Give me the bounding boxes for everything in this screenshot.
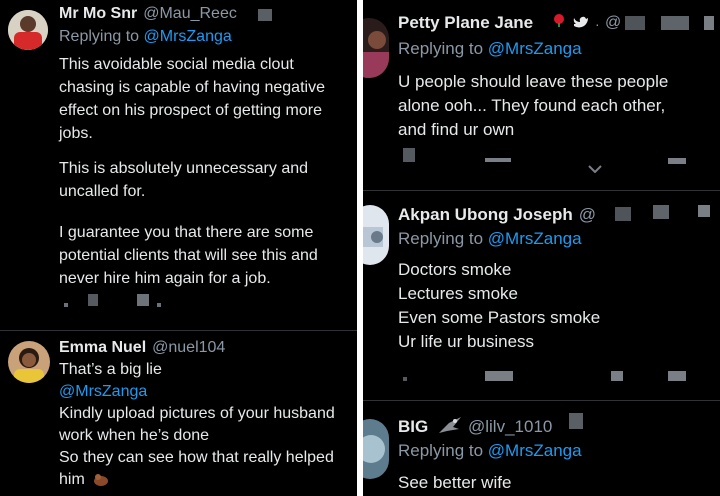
avatar[interactable] [363, 205, 389, 265]
redacted-block [615, 207, 631, 221]
tweet-text-line: alone ooh... They found each other, [398, 96, 666, 115]
like-icon[interactable] [137, 294, 149, 306]
emoji-icon [94, 474, 108, 486]
handle[interactable]: @ [579, 205, 596, 224]
tweet-text-line: Even some Pastors smoke [398, 308, 601, 327]
tweet-text-line: jobs. [59, 125, 93, 142]
more-options-icon[interactable] [704, 16, 714, 30]
tweet-text-line: See better wife [398, 473, 512, 492]
share-icon[interactable] [668, 158, 688, 170]
display-name[interactable]: Petty Plane Jane [398, 13, 533, 33]
left-screenshot-panel: Mr Mo Snr @Mau_Reec Replying to @MrsZanga… [0, 0, 357, 496]
mention-link[interactable]: @MrsZanga [488, 441, 582, 460]
mention-link[interactable]: @MrsZanga [488, 229, 582, 248]
tweet-text-line: Kindly upload pictures of your husband [59, 405, 335, 422]
reply-icon[interactable] [64, 297, 76, 309]
tweet-text-line: Ur life ur business [398, 332, 535, 351]
avatar-image-icon [8, 10, 48, 50]
tweet-text-line: Doctors smoke [398, 260, 512, 279]
tweet-text-line: So they can see how that really helped [59, 449, 334, 466]
replying-to: Replying to @MrsZanga [59, 28, 232, 45]
tweet-text-line: I guarantee you that there are some [59, 224, 314, 241]
share-icon[interactable] [668, 371, 688, 383]
tweet-mr-mo-snr[interactable]: Mr Mo Snr @Mau_Reec Replying to @MrsZanga… [0, 0, 357, 330]
redacted-block [661, 16, 689, 30]
avatar[interactable] [8, 341, 50, 383]
tweet-text-line: U people should leave these people [398, 72, 669, 91]
replying-to: Replying to @MrsZanga [398, 229, 582, 248]
tweet-emma-nuel[interactable]: Emma Nuel @nuel104 That’s a big lie @MrsZ… [0, 331, 357, 496]
tweet-big[interactable]: BIG @lilv_1010 Replying to @MrsZanga See… [363, 401, 720, 496]
tweet-text-line: potential clients that will see this and [59, 247, 318, 264]
tweet-text-line: effect on his prospect of getting more [59, 102, 322, 119]
tweet-text-line: That’s a big lie [59, 361, 162, 378]
handle[interactable]: @ [605, 14, 621, 32]
display-name[interactable]: Mr Mo Snr @Mau_Reec [59, 5, 237, 23]
retweet-icon[interactable] [485, 371, 515, 383]
tweet-text-line: chasing is capable of having negative [59, 79, 325, 96]
avatar-image-icon [363, 18, 389, 78]
twitter-bird-icon [573, 16, 588, 28]
redacted-block [258, 9, 272, 21]
tweet-petty-plane-jane[interactable]: Petty Plane Jane · @ Replying to @MrsZan… [363, 0, 720, 190]
reply-icon[interactable] [403, 148, 415, 162]
right-screenshot-panel: Petty Plane Jane · @ Replying to @MrsZan… [363, 0, 720, 496]
mention-link[interactable]: @MrsZanga [488, 39, 582, 58]
retweet-icon[interactable] [88, 294, 100, 306]
display-name[interactable]: Akpan Ubong Joseph @ [398, 205, 596, 225]
tweet-text-line: This is absolutely unnecessary and [59, 160, 309, 177]
tweet-text-line: never hire him again for a job. [59, 270, 271, 287]
rose-emoji-icon [554, 14, 564, 27]
mention-link[interactable]: @MrsZanga [59, 383, 147, 401]
retweet-icon[interactable] [485, 158, 511, 170]
replying-to: Replying to @MrsZanga [398, 441, 582, 460]
tweet-text-line: Lectures smoke [398, 284, 518, 303]
tweet-akpan-ubong-joseph[interactable]: Akpan Ubong Joseph @ Replying to @MrsZang… [363, 191, 720, 400]
tweet-text-line: and find ur own [398, 120, 515, 139]
tweet-text-line: uncalled for. [59, 183, 146, 200]
replying-to: Replying to @MrsZanga [398, 39, 582, 58]
display-name[interactable]: BIG [398, 417, 428, 437]
tweet-text-line: him [59, 471, 85, 488]
separator-dot: · [595, 16, 600, 32]
more-options-icon[interactable] [698, 205, 710, 217]
avatar[interactable] [363, 18, 389, 78]
like-icon[interactable] [588, 160, 602, 174]
tweet-text-line: This avoidable social media clout [59, 56, 294, 73]
redacted-block [653, 205, 669, 219]
share-icon[interactable] [157, 297, 169, 309]
eagle-emoji-icon [439, 417, 461, 433]
avatar-image-icon [8, 341, 50, 383]
redacted-block [625, 16, 645, 30]
avatar-image-icon [363, 205, 389, 265]
handle[interactable]: @nuel104 [152, 339, 225, 356]
handle[interactable]: @lilv_1010 [468, 417, 552, 437]
avatar-image-icon [363, 419, 389, 479]
redacted-block [569, 413, 583, 429]
handle[interactable]: @Mau_Reec [143, 5, 237, 22]
display-name[interactable]: Emma Nuel @nuel104 [59, 339, 225, 357]
like-icon[interactable] [611, 371, 623, 383]
avatar[interactable] [363, 419, 389, 479]
mention-link[interactable]: @MrsZanga [144, 28, 232, 45]
avatar[interactable] [8, 10, 48, 50]
tweet-text-line: work when he’s done [59, 427, 210, 444]
reply-icon[interactable] [403, 377, 415, 389]
